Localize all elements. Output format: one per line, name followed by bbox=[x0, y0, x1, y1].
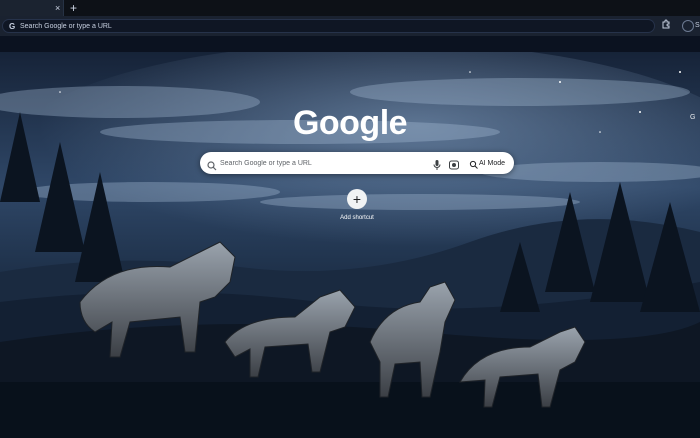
avatar bbox=[682, 20, 694, 32]
google-lens-icon[interactable] bbox=[448, 158, 460, 170]
add-shortcut-label: Add shortcut bbox=[340, 215, 374, 221]
search-box[interactable] bbox=[200, 152, 514, 174]
search-input[interactable] bbox=[218, 158, 422, 170]
microphone-icon[interactable] bbox=[432, 158, 442, 170]
ai-mode-icon bbox=[469, 160, 478, 169]
add-shortcut-button[interactable]: + bbox=[347, 189, 367, 209]
google-g-icon: G bbox=[9, 22, 16, 31]
profile-button[interactable]: S bbox=[680, 19, 700, 33]
tab-close-icon[interactable]: × bbox=[55, 3, 63, 13]
active-tab[interactable]: × bbox=[0, 0, 64, 16]
profile-label: S bbox=[695, 22, 700, 29]
tab-strip: × + bbox=[0, 0, 700, 16]
ai-mode-button[interactable]: AI Mode bbox=[469, 158, 511, 170]
puzzle-icon[interactable] bbox=[660, 19, 672, 33]
address-bar[interactable]: G Search Google or type a URL bbox=[2, 19, 655, 33]
ai-mode-label: AI Mode bbox=[479, 160, 506, 167]
address-bar-text: Search Google or type a URL bbox=[20, 23, 112, 30]
search-icon bbox=[207, 158, 217, 171]
new-tab-button[interactable]: + bbox=[70, 2, 80, 14]
customize-button[interactable]: G bbox=[690, 112, 700, 124]
google-logo: Google bbox=[292, 104, 408, 142]
